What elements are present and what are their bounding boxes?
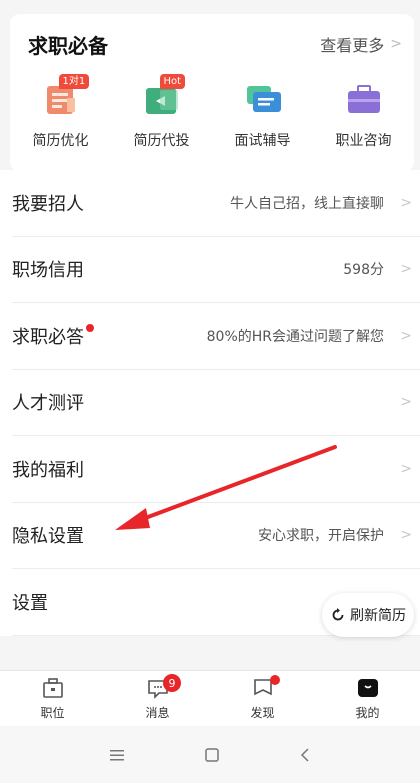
tab-label: 发现 (250, 706, 275, 720)
menu-item-title: 职场信用 (12, 260, 84, 282)
menu-item-title: 我的福利 (12, 459, 84, 481)
tab-discover[interactable]: 发现 (210, 671, 315, 726)
tool-career-consult[interactable]: 职业咨询 (313, 76, 414, 150)
menu-item-value: 安心求职，开启保护 (258, 528, 384, 545)
chevron-right-icon: > (400, 194, 412, 211)
tool-label: 职业咨询 (335, 133, 392, 149)
tab-label: 消息 (145, 706, 170, 720)
tab-jobs[interactable]: 职位 (0, 671, 105, 726)
menu-item-privacy[interactable]: 隐私设置 安心求职，开启保护 > (12, 503, 420, 569)
menu-item-title: 隐私设置 (12, 526, 84, 548)
refresh-resume-label: 刷新简历 (350, 608, 406, 624)
chevron-right-icon: > (390, 36, 402, 52)
back-icon[interactable] (299, 747, 311, 763)
tab-label: 职位 (40, 706, 65, 720)
tool-interview-coach[interactable]: 面试辅导 (212, 76, 313, 150)
system-nav-bar (0, 727, 420, 783)
resume-optimize-icon: 1对1 (39, 74, 90, 120)
menu-item-title: 设置 (12, 592, 48, 614)
menu-item-title: 求职必答 (12, 326, 84, 348)
chevron-right-icon: > (400, 394, 412, 411)
view-more-link[interactable]: 查看更多 > (320, 32, 402, 56)
menu-item-title: 我要招人 (12, 193, 84, 215)
menu-item-credit[interactable]: 职场信用 598分 > (12, 237, 420, 303)
interview-coach-icon (241, 76, 285, 120)
career-consult-icon (342, 76, 386, 120)
menu-item-value: 80%的HR会通过问题了解您 (206, 328, 384, 345)
profile-page: 求职必备 查看更多 > 1对1 简历优化 Hot 简历代投 面试辅导 职业咨询 … (0, 0, 420, 783)
chevron-right-icon: > (400, 527, 412, 544)
tab-me[interactable]: 我的 (315, 671, 420, 726)
refresh-icon (332, 608, 344, 621)
tag-badge: 1对1 (58, 74, 90, 89)
bottom-tab-bar: 职位 9 消息 发现 我的 (0, 670, 420, 726)
menu-item-qa[interactable]: 求职必答 80%的HR会通过问题了解您 > (12, 303, 420, 370)
settings-list: 我要招人 牛人自己招，线上直接聊 > 职场信用 598分 > 求职必答 80%的… (0, 170, 420, 636)
notification-dot (270, 675, 280, 685)
menu-item-value: 牛人自己招，线上直接聊 (230, 195, 384, 212)
chevron-right-icon: > (400, 261, 412, 278)
menu-item-recruit[interactable]: 我要招人 牛人自己招，线上直接聊 > (12, 170, 420, 237)
refresh-resume-button[interactable]: 刷新简历 (322, 593, 414, 637)
tool-resume-optimize[interactable]: 1对1 简历优化 (10, 74, 111, 150)
resume-deliver-icon: Hot (140, 74, 186, 120)
job-essentials-card: 求职必备 查看更多 > 1对1 简历优化 Hot 简历代投 面试辅导 职业咨询 (10, 14, 414, 172)
unread-count-badge: 9 (163, 674, 181, 692)
tool-label: 面试辅导 (234, 133, 291, 149)
menu-item-benefits[interactable]: 我的福利 > (12, 436, 420, 503)
tool-resume-deliver[interactable]: Hot 简历代投 (111, 74, 212, 150)
chevron-right-icon: > (400, 327, 412, 344)
menu-item-title: 人才测评 (12, 393, 84, 415)
menu-item-value: 598分 (343, 262, 384, 279)
tab-label: 我的 (355, 706, 380, 720)
profile-icon (357, 679, 378, 697)
menu-item-assessment[interactable]: 人才测评 > (12, 370, 420, 436)
notification-dot (86, 324, 94, 332)
tool-label: 简历代投 (133, 133, 190, 149)
tab-messages[interactable]: 9 消息 (105, 671, 210, 726)
tag-badge: Hot (159, 74, 186, 89)
briefcase-icon (42, 678, 63, 698)
card-title: 求职必备 (28, 34, 108, 58)
tool-label: 简历优化 (32, 133, 89, 149)
home-icon[interactable] (204, 747, 220, 763)
view-more-label: 查看更多 (320, 36, 385, 55)
chevron-right-icon: > (400, 460, 412, 477)
menu-icon[interactable] (109, 748, 125, 762)
